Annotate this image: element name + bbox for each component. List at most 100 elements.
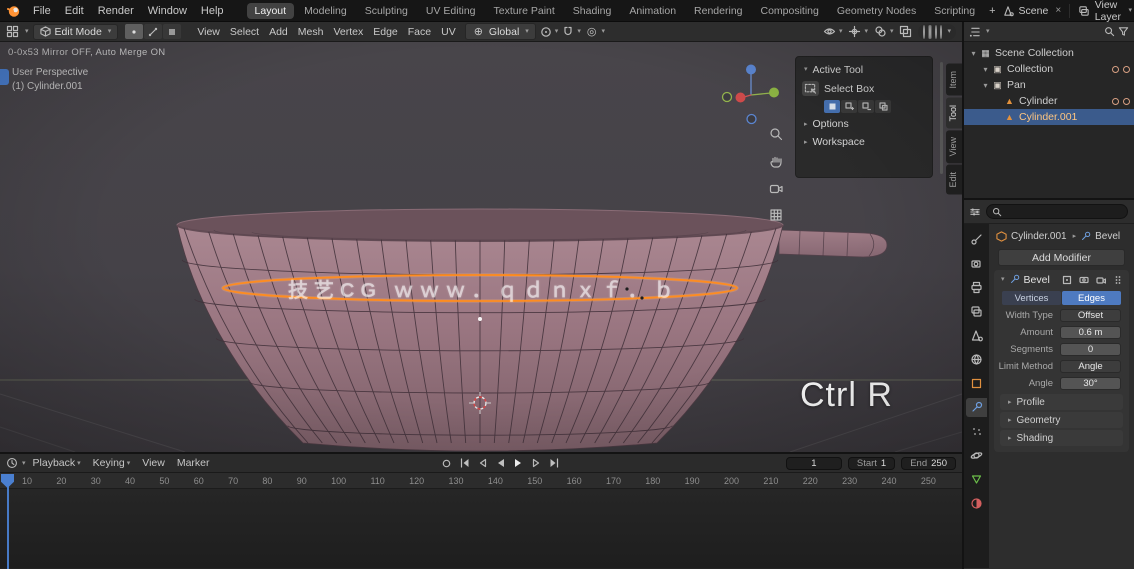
view-layer-name[interactable]: View Layer [1095,0,1122,23]
chevron-down-icon[interactable]: ▾ [22,460,26,467]
viewport-menu-item[interactable]: Select [225,26,264,38]
toolbar-expand-tab[interactable] [0,69,9,85]
mode-dropdown[interactable]: Edit Mode ▾ [32,23,119,40]
blender-logo-icon[interactable] [6,3,22,19]
extras-menu-icon[interactable] [1111,273,1124,286]
field-value[interactable]: Offset [1060,309,1121,322]
render-display-toggle[interactable] [1094,273,1107,286]
current-frame-field[interactable]: 1 [785,456,842,470]
render-tab-icon[interactable] [966,254,987,273]
timeline-track-area[interactable] [0,489,962,568]
modifier-subpanel[interactable]: ▸ Profile [1000,394,1123,410]
modifier-subpanel[interactable]: ▸ Geometry [1000,412,1123,428]
viewport-menu-item[interactable]: UV [436,26,461,38]
view-layer-tab-icon[interactable] [966,302,987,321]
visibility-icons[interactable] [1112,97,1130,105]
properties-editor-icon[interactable] [969,206,981,218]
select-subtract-button[interactable] [858,100,874,113]
unlink-scene-icon[interactable]: × [1055,5,1061,16]
affect-toggle[interactable]: Vertices [1002,291,1061,305]
shading-material-button[interactable] [935,24,938,39]
ortho-toggle-button[interactable] [766,205,786,225]
timeline-ruler[interactable]: 10 20 30 40 50 60 70 80 90 100 110 120 130 140 150 160 1… [0,473,962,489]
workspace-tab[interactable]: Shading [565,3,620,19]
viewport-menu-item[interactable]: Edge [368,26,403,38]
chevron-down-icon[interactable]: ▾ [986,28,990,35]
jump-start-button[interactable] [456,456,472,470]
menubar-item[interactable]: Edit [58,5,91,17]
modifier-name[interactable]: Bevel [1024,274,1050,286]
auto-key-button[interactable] [438,456,454,470]
viewport-menu-item[interactable]: Mesh [293,26,329,38]
modifier-panel-header[interactable]: ▾ Bevel [994,270,1129,289]
data-tab-icon[interactable] [966,470,987,489]
outliner-row[interactable]: ▲ Cylinder [964,93,1134,109]
keying-menu[interactable]: Keying ▾ [88,457,136,469]
viewport-menu-item[interactable]: Vertex [328,26,368,38]
vertex-select-button[interactable] [125,24,144,39]
workspace-tab[interactable]: Texture Paint [486,3,563,19]
tool-tab-icon[interactable] [966,230,987,249]
edit-mode-display-toggle[interactable] [1060,273,1073,286]
snap-magnet-button[interactable]: ▾ [562,26,581,38]
output-tab-icon[interactable] [966,278,987,297]
expand-icon[interactable]: ▾ [980,65,991,74]
face-select-button[interactable] [163,24,182,39]
visibility-dropdown[interactable]: ▾ [823,25,842,38]
outliner-editor-icon[interactable] [969,26,981,38]
menubar-item[interactable]: Help [194,5,231,17]
viewport-menu-item[interactable]: Add [264,26,293,38]
workspace-tab[interactable]: Sculpting [357,3,416,19]
scene-tab-icon[interactable] [966,326,987,345]
pan-handle[interactable] [778,229,888,258]
marker-menu[interactable]: Marker [172,457,215,469]
menubar-item[interactable]: File [26,5,58,17]
properties-search-input[interactable] [986,204,1128,219]
prev-keyframe-button[interactable] [474,456,490,470]
chevron-down-icon[interactable]: ▾ [947,28,951,35]
overlays-dropdown[interactable]: ▾ [874,25,893,38]
select-extend-button[interactable] [841,100,857,113]
sidebar-tab[interactable]: Tool [946,97,962,129]
modifiers-tab-icon[interactable] [966,398,987,417]
viewport-menu-item[interactable]: Face [403,26,436,38]
chevron-down-icon[interactable]: ▾ [1128,7,1132,14]
sidebar-tab[interactable]: Edit [946,165,962,195]
particles-tab-icon[interactable] [966,422,987,441]
workspace-tab[interactable]: Layout [246,2,295,19]
modifier-subpanel[interactable]: ▸ Shading [1000,430,1123,446]
play-button[interactable] [510,456,526,470]
end-frame-field[interactable]: End 250 [901,456,956,470]
tool-row[interactable]: Select Box [802,79,926,98]
zoom-button[interactable] [766,124,786,144]
active-tool-header[interactable]: ▾ Active Tool [802,60,926,79]
next-keyframe-button[interactable] [528,456,544,470]
workspace-tab[interactable]: Geometry Nodes [829,3,924,19]
field-value[interactable]: 0.6 m [1060,326,1121,339]
expand-icon[interactable]: ▾ [968,49,979,58]
shading-rendered-button[interactable] [940,24,943,39]
editor-type-icon[interactable] [6,25,19,38]
affect-toggle[interactable]: Edges [1062,291,1121,305]
outliner-row[interactable]: ▲ Cylinder.001 [964,109,1134,125]
workspace-tab[interactable]: Scripting [926,3,983,19]
scene-name[interactable]: Scene [1019,5,1049,17]
xray-toggle[interactable] [899,25,912,38]
playback-menu[interactable]: Playback ▾ [28,457,86,469]
breadcrumb-object[interactable]: Cylinder.001 [1011,231,1067,242]
outliner-row[interactable]: ▾ ▣ Collection [964,61,1134,77]
workspace-tab[interactable]: Animation [621,3,684,19]
world-tab-icon[interactable] [966,350,987,369]
jump-end-button[interactable] [546,456,562,470]
navigation-gizmo[interactable] [716,60,786,130]
pivot-point-button[interactable]: ▾ [540,26,558,38]
material-tab-icon[interactable] [966,494,987,513]
object-tab-icon[interactable] [966,374,987,393]
field-value[interactable]: Angle [1060,360,1121,373]
start-frame-field[interactable]: Start 1 [847,456,896,470]
sidebar-scrollbar[interactable] [940,62,943,174]
pan-hand-button[interactable] [766,151,786,171]
play-reverse-button[interactable] [492,456,508,470]
menubar-item[interactable]: Render [91,5,141,17]
search-icon[interactable] [1104,26,1115,37]
